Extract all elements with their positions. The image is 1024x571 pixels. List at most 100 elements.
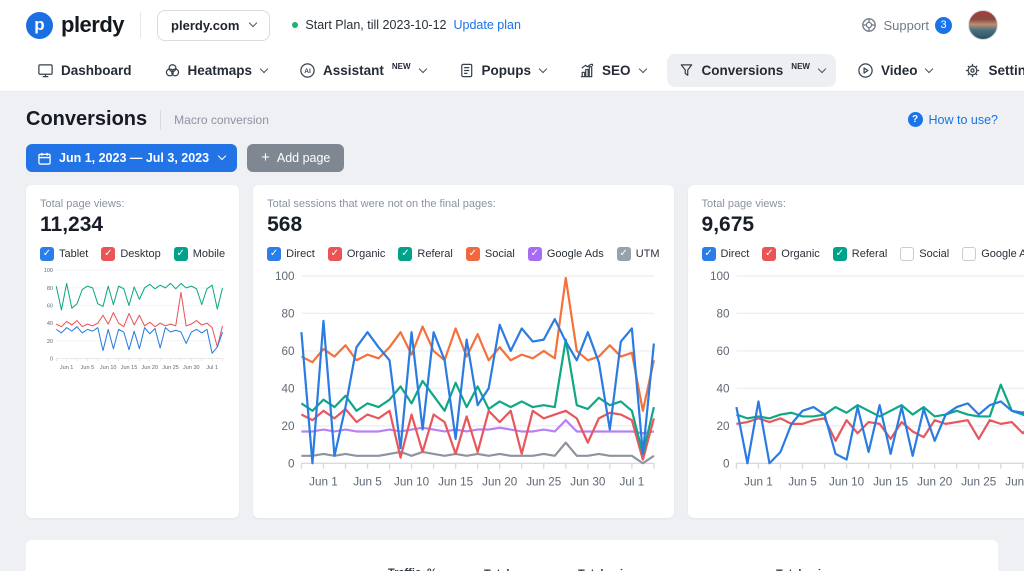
legend-item-social[interactable]: Social [900, 247, 949, 261]
legend-item-referal[interactable]: ✓Referal [833, 247, 887, 261]
checkbox-checked-icon[interactable]: ✓ [267, 247, 281, 261]
column-header-total-page-views[interactable]: Total page views↑↓ [484, 567, 578, 571]
legend-item-referal[interactable]: ✓ Referal [398, 247, 452, 261]
svg-text:Jun 25: Jun 25 [162, 365, 179, 371]
svg-text:Jun 30: Jun 30 [183, 365, 200, 371]
checkbox-checked-icon[interactable]: ✓ [101, 247, 115, 261]
svg-text:Jun 15: Jun 15 [438, 475, 474, 488]
nav-item-video[interactable]: Video [846, 54, 944, 87]
nav-item-label: SEO [602, 63, 631, 78]
chart-area: 020406080100Jun 1Jun 5Jun 10Jun 15Jun 20… [40, 265, 225, 385]
checkbox-unchecked-icon[interactable] [900, 247, 914, 261]
card-value: 568 [267, 213, 659, 237]
chart-legend: ✓Direct✓Organic✓ReferalSocialGoogle AdsU… [702, 247, 1024, 261]
nav-item-settings[interactable]: Settings [953, 54, 1024, 87]
column-header-text: Total page views [484, 567, 566, 571]
nav-item-label: Heatmaps [188, 63, 253, 78]
legend-item-google-ads[interactable]: ✓Google Ads [528, 247, 604, 261]
nav-item-label: Settings [988, 63, 1024, 78]
legend-label: Referal [417, 248, 452, 260]
checkbox-checked-icon[interactable]: ✓ [617, 247, 631, 261]
nav-item-popups[interactable]: Popups [447, 54, 558, 87]
svg-text:0: 0 [288, 457, 295, 470]
nav-item-dashboard[interactable]: Dashboard [26, 54, 143, 87]
add-page-label: Add page [277, 151, 331, 165]
plan-status-text: Start Plan, till 2023-10-12 [305, 18, 446, 32]
nav-item-conversions[interactable]: ConversionsNEW [667, 54, 836, 87]
column-header-traffic-: Traffic, %// [388, 566, 484, 571]
support-label: Support [883, 18, 929, 33]
checkbox-checked-icon[interactable]: ✓ [398, 247, 412, 261]
nav-item-heatmaps[interactable]: Heatmaps [153, 54, 279, 87]
legend-item-utm[interactable]: ✓UTM [617, 247, 660, 261]
svg-text:100: 100 [275, 270, 295, 283]
checkbox-checked-icon[interactable]: ✓ [328, 247, 342, 261]
pages-table: Page URLReportTraffic, %//Total page vie… [26, 540, 998, 571]
metric-card: Total page views:11,234✓Tablet✓Desktop✓M… [26, 185, 239, 518]
svg-text:Jul 1: Jul 1 [620, 475, 645, 488]
checkbox-checked-icon[interactable]: ✓ [702, 247, 716, 261]
svg-text:Jun 20: Jun 20 [141, 365, 158, 371]
how-to-use-link[interactable]: ? How to use? [908, 112, 998, 127]
checkbox-checked-icon[interactable]: ✓ [40, 247, 54, 261]
line-chart: 020406080100Jun 1Jun 5Jun 10Jun 15Jun 20… [40, 265, 225, 380]
svg-text:80: 80 [716, 308, 730, 321]
column-header-total-unique-page-views[interactable]: Total unique page views↑↓ [578, 567, 678, 571]
svg-text:100: 100 [44, 268, 53, 274]
checkbox-checked-icon[interactable]: ✓ [466, 247, 480, 261]
svg-text:80: 80 [47, 286, 53, 292]
svg-text:Jun 20: Jun 20 [482, 475, 518, 488]
svg-text:Jun 30: Jun 30 [1005, 475, 1024, 488]
svg-text:Jun 30: Jun 30 [570, 475, 606, 488]
checkbox-checked-icon[interactable]: ✓ [528, 247, 542, 261]
svg-text:40: 40 [47, 321, 53, 327]
legend-label: Social [919, 248, 949, 260]
legend-item-google-ads[interactable]: Google Ads [962, 247, 1024, 261]
legend-item-organic[interactable]: ✓ Organic [762, 247, 820, 261]
page-head: Conversions Macro conversion ? How to us… [26, 108, 998, 131]
legend-item-direct[interactable]: ✓Direct [702, 247, 750, 261]
update-plan-link[interactable]: Update plan [453, 18, 520, 32]
legend-label: Google Ads [981, 248, 1024, 260]
nav-item-label: Dashboard [61, 63, 132, 78]
svg-text:Jun 1: Jun 1 [60, 365, 74, 371]
brand-name: plerdy [61, 12, 124, 38]
metric-card: Total sessions that were not on the fina… [253, 185, 673, 518]
legend-item-social[interactable]: ✓Social [466, 247, 515, 261]
legend-item-direct[interactable]: ✓ Direct [267, 247, 315, 261]
checkbox-checked-icon[interactable]: ✓ [833, 247, 847, 261]
checkbox-checked-icon[interactable]: ✓ [174, 247, 188, 261]
legend-item-desktop[interactable]: ✓ Desktop [101, 247, 160, 261]
main-nav: Dashboard Heatmaps AIAssistantNEW Popups SEO… [0, 50, 1024, 92]
support-button[interactable]: Support 3 [861, 17, 952, 34]
legend-label: Organic [781, 248, 820, 260]
legend-label: Desktop [120, 248, 160, 260]
svg-text:0: 0 [50, 356, 53, 362]
legend-item-mobile[interactable]: ✓Mobile [174, 247, 225, 261]
column-header-total-unique-clicks[interactable]: Total unique clicks↑↓ [776, 567, 874, 571]
legend-label: Direct [286, 248, 315, 260]
legend-item-tablet[interactable]: ✓Tablet [40, 247, 88, 261]
nav-item-seo[interactable]: SEO [567, 54, 657, 87]
domain-selector[interactable]: plerdy.com [157, 10, 270, 41]
gear-icon [964, 62, 981, 79]
svg-text:60: 60 [716, 345, 730, 358]
divider [160, 110, 161, 130]
column-header-label: Total unique clicks [776, 567, 862, 571]
svg-text:80: 80 [282, 308, 296, 321]
chart-area: 020406080100Jun 1Jun 5Jun 10Jun 15Jun 20… [702, 265, 1024, 514]
add-page-button[interactable]: + Add page [247, 144, 344, 172]
nav-item-assistant[interactable]: AIAssistantNEW [288, 54, 436, 87]
svg-text:Jun 1: Jun 1 [309, 475, 338, 488]
avatar[interactable] [968, 10, 998, 40]
date-range-picker[interactable]: Jun 1, 2023 — Jul 3, 2023 [26, 144, 237, 172]
plerdy-logo[interactable]: p plerdy [26, 12, 124, 39]
checkbox-unchecked-icon[interactable] [962, 247, 976, 261]
svg-text:Jun 10: Jun 10 [100, 365, 117, 371]
chevron-down-icon [260, 64, 268, 72]
legend-item-organic[interactable]: ✓Organic [328, 247, 386, 261]
series-social [302, 278, 654, 411]
card-label: Total page views: [40, 198, 225, 210]
checkbox-checked-icon[interactable]: ✓ [762, 247, 776, 261]
svg-text:60: 60 [47, 303, 53, 309]
